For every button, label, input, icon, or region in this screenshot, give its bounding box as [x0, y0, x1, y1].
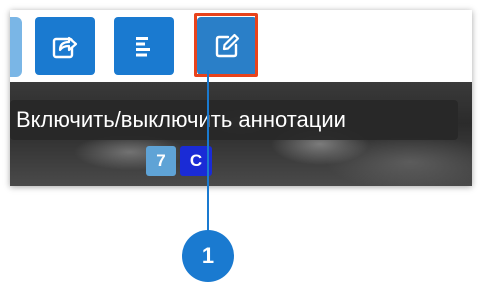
tooltip: Включить/выключить аннотации: [10, 100, 458, 140]
toolbar-button-partial[interactable]: [10, 17, 22, 77]
badge-number: 7: [146, 146, 176, 176]
share-icon: [51, 32, 79, 60]
toolbar: [10, 10, 472, 82]
toggle-annotations-button[interactable]: [197, 17, 257, 75]
share-button[interactable]: [35, 17, 95, 75]
app-panel: Включить/выключить аннотации 7 C: [10, 10, 472, 186]
edit-icon: [213, 32, 241, 60]
align-button[interactable]: [114, 17, 174, 75]
badge-letter: C: [180, 146, 212, 176]
callout-marker: 1: [182, 230, 234, 282]
align-left-icon: [131, 33, 157, 59]
image-viewer[interactable]: Включить/выключить аннотации 7 C: [10, 82, 472, 186]
